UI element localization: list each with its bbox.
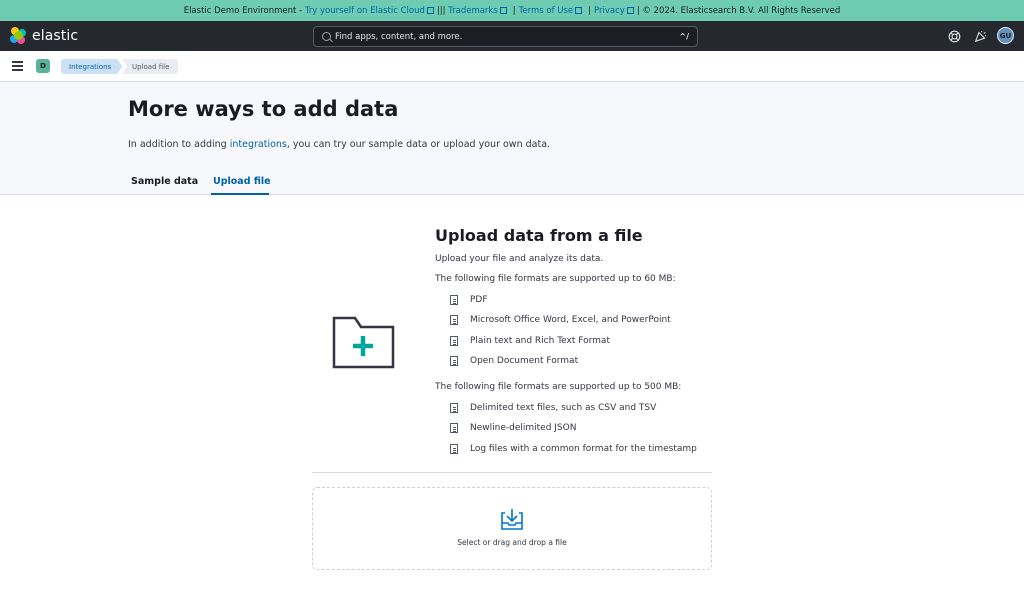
breadcrumb-integrations[interactable]: Integrations: [61, 59, 122, 74]
list-item: Delimited text files, such as CSV and TS…: [450, 398, 697, 419]
upload-subtitle: Upload your file and analyze its data.: [435, 254, 604, 264]
tab-sample-data[interactable]: Sample data: [131, 176, 198, 187]
breadcrumb-bar: D Integrations Upload file: [0, 51, 1024, 82]
hamburger-menu-icon[interactable]: [12, 61, 23, 71]
list-item: Microsoft Office Word, Excel, and PowerP…: [450, 310, 671, 331]
external-link-icon: [626, 7, 634, 14]
drop-zone-label: Select or drag and drop a file: [457, 538, 567, 547]
format-label: Microsoft Office Word, Excel, and PowerP…: [470, 315, 671, 326]
search-shortcut: ^/: [679, 32, 689, 41]
document-icon: [450, 294, 458, 305]
document-icon: [450, 443, 458, 454]
document-icon: [450, 315, 458, 326]
format-label: Open Document Format: [470, 356, 579, 367]
folder-add-illustration: [331, 315, 397, 371]
format-label: Log files with a common format for the t…: [470, 443, 697, 454]
global-search[interactable]: ^/: [313, 26, 698, 47]
banner-copyright: | © 2024. Elasticsearch B.V. All Rights …: [636, 5, 841, 16]
cloud-link[interactable]: Try yourself on Elastic Cloud: [305, 6, 425, 16]
list-item: Log files with a common format for the t…: [450, 439, 697, 460]
terms-link[interactable]: Terms of Use: [519, 6, 574, 16]
document-icon: [450, 402, 458, 413]
help-icon[interactable]: [947, 29, 961, 43]
external-link-icon: [575, 7, 583, 14]
banner-pipes: |||: [436, 5, 446, 16]
breadcrumb-upload-file: Upload file: [122, 59, 179, 74]
format-label: Plain text and Rich Text Format: [470, 335, 610, 346]
top-header: elastic ^/: [0, 21, 1024, 51]
banner-divider: |: [588, 5, 592, 16]
space-avatar[interactable]: D: [36, 59, 50, 73]
desc-before: In addition to adding: [128, 139, 227, 150]
desc-after: , you can try our sample data or upload …: [286, 139, 551, 150]
file-drop-zone[interactable]: Select or drag and drop a file: [312, 487, 712, 570]
external-link-icon: [426, 7, 434, 14]
list-item: Plain text and Rich Text Format: [450, 331, 671, 352]
section-divider: [312, 472, 712, 473]
demo-banner: Elastic Demo Environment - Try yourself …: [0, 0, 1024, 21]
logo-text: elastic: [32, 27, 79, 44]
elastic-logo[interactable]: elastic: [10, 27, 78, 44]
user-avatar[interactable]: GU: [997, 27, 1014, 44]
banner-divider: |: [512, 5, 516, 16]
upload-title: Upload data from a file: [435, 226, 643, 245]
selected-tab-indicator: [211, 193, 269, 195]
tab-upload-file[interactable]: Upload file: [213, 176, 271, 187]
search-icon: [322, 32, 331, 41]
page-description: In addition to adding integrations, you …: [128, 139, 550, 150]
format-label: Delimited text files, such as CSV and TS…: [470, 402, 657, 413]
formats-500mb-list: Delimited text files, such as CSV and TS…: [450, 398, 697, 460]
banner-lead: Elastic Demo Environment -: [183, 5, 303, 16]
page-title: More ways to add data: [128, 97, 399, 121]
format-label: Newline-delimited JSON: [470, 423, 577, 434]
external-link-icon: [499, 7, 507, 14]
search-input[interactable]: [335, 31, 680, 42]
formats-60mb-list: PDF Microsoft Office Word, Excel, and Po…: [450, 290, 671, 372]
page-header: More ways to add data In addition to add…: [0, 82, 1024, 195]
formats-60mb-heading: The following file formats are supported…: [435, 274, 676, 284]
newsfeed-icon[interactable]: [973, 29, 987, 43]
format-label: PDF: [470, 294, 488, 305]
document-icon: [450, 356, 458, 367]
list-item: Open Document Format: [450, 351, 671, 372]
formats-500mb-heading: The following file formats are supported…: [435, 382, 682, 392]
list-item: Newline-delimited JSON: [450, 418, 697, 439]
elastic-logo-icon: [10, 27, 27, 44]
integrations-link[interactable]: integrations: [230, 139, 287, 150]
document-icon: [450, 335, 458, 346]
list-item: PDF: [450, 290, 671, 311]
trademarks-link[interactable]: Trademarks: [448, 6, 498, 16]
privacy-link[interactable]: Privacy: [594, 6, 625, 16]
upload-tray-icon: [501, 509, 523, 530]
document-icon: [450, 423, 458, 434]
